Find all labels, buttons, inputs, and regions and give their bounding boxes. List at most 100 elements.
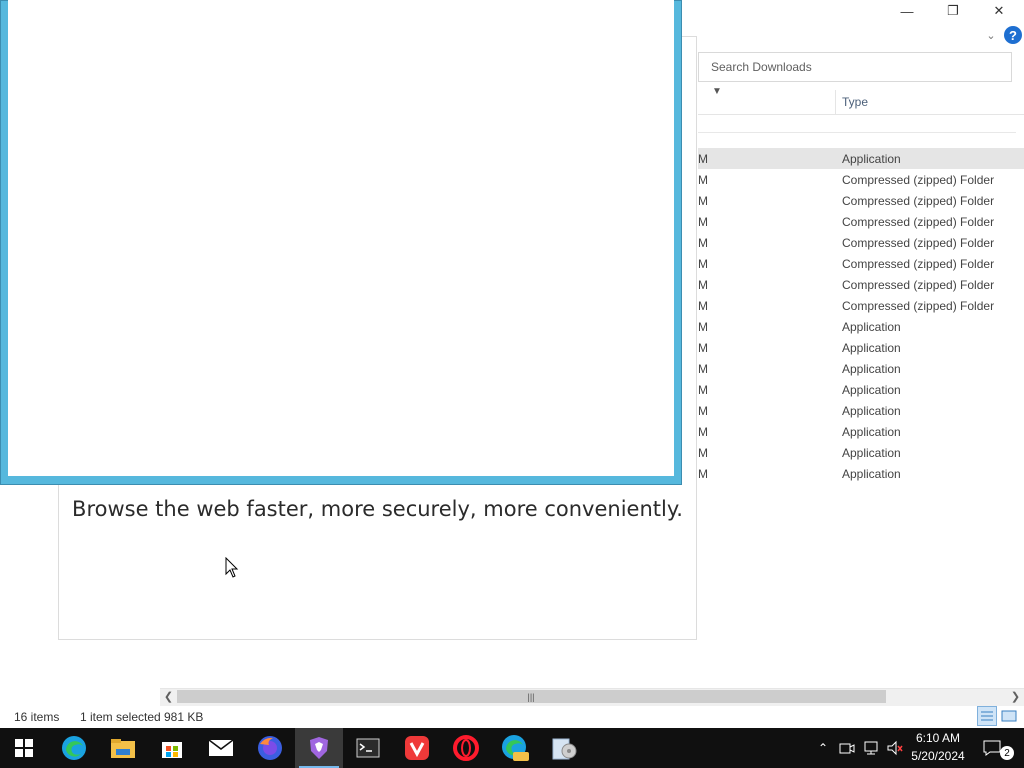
file-date-cut: M <box>698 445 708 460</box>
file-date-cut: M <box>698 361 708 376</box>
file-type: Application <box>842 424 901 439</box>
mouse-cursor-icon <box>225 557 239 578</box>
file-date-cut: M <box>698 319 708 334</box>
sort-down-icon: ▼ <box>712 86 722 97</box>
file-row[interactable]: M Compressed (zipped) Folder <box>698 253 1024 274</box>
file-type: Compressed (zipped) Folder <box>842 235 995 250</box>
clock-date[interactable]: 5/20/2024 <box>906 749 970 763</box>
taskbar-store[interactable] <box>148 728 196 768</box>
status-selection: 1 item selected <box>80 710 161 724</box>
installer-icon <box>552 738 577 760</box>
notification-center-icon[interactable] <box>982 738 1002 758</box>
file-type: Application <box>842 151 901 166</box>
volume-muted-icon[interactable] <box>885 738 905 758</box>
details-view-icon <box>981 711 993 721</box>
taskbar-opera[interactable] <box>442 728 490 768</box>
scroll-right-icon[interactable]: ❯ <box>1007 688 1024 705</box>
file-row[interactable]: M Compressed (zipped) Folder <box>698 169 1024 190</box>
minimize-button[interactable]: — <box>884 0 930 22</box>
file-row[interactable]: M Application <box>698 463 1024 484</box>
file-date-cut: M <box>698 277 708 292</box>
file-row[interactable]: M Application <box>698 442 1024 463</box>
file-date-cut: M <box>698 235 708 250</box>
file-date-cut: M <box>698 151 708 166</box>
mail-icon <box>208 739 234 756</box>
file-row[interactable]: M Application <box>698 421 1024 442</box>
taskbar-vivaldi[interactable] <box>393 728 441 768</box>
windows-logo-icon <box>15 739 33 757</box>
edge-canary-icon <box>502 735 529 761</box>
taskbar-terminal[interactable] <box>344 728 392 768</box>
file-date-cut: M <box>698 382 708 397</box>
file-type: Application <box>842 403 901 418</box>
large-icons-view-button[interactable] <box>1000 708 1018 724</box>
file-type: Application <box>842 319 901 334</box>
file-date-cut: M <box>698 424 708 439</box>
show-hidden-icons-icon[interactable]: ⌃ <box>813 738 833 758</box>
store-icon <box>162 742 182 758</box>
minimize-icon: — <box>900 3 914 19</box>
network-icon[interactable] <box>861 738 881 758</box>
column-header-type[interactable]: Type <box>842 95 868 109</box>
taskbar-edge-canary[interactable] <box>491 728 539 768</box>
details-view-button[interactable] <box>977 706 997 726</box>
terminal-icon <box>356 738 380 758</box>
start-button[interactable] <box>0 728 48 768</box>
vivaldi-icon <box>405 736 429 760</box>
file-type: Compressed (zipped) Folder <box>842 193 995 208</box>
file-date-cut: M <box>698 298 708 313</box>
taskbar-brave[interactable] <box>295 728 343 768</box>
file-row[interactable]: M Compressed (zipped) Folder <box>698 211 1024 232</box>
file-row[interactable]: M Application <box>698 316 1024 337</box>
file-date-cut: M <box>698 193 708 208</box>
file-date-cut: M <box>698 256 708 271</box>
edge-icon <box>62 736 86 760</box>
help-icon[interactable]: ? <box>1004 26 1022 44</box>
taskbar-firefox[interactable] <box>246 728 294 768</box>
file-date-cut: M <box>698 214 708 229</box>
file-row[interactable]: M Application <box>698 358 1024 379</box>
file-type: Application <box>842 361 901 376</box>
file-date-cut: M <box>698 466 708 481</box>
restore-button[interactable]: ❐ <box>930 0 976 22</box>
file-type: Application <box>842 340 901 355</box>
status-item-count: 16 items <box>14 710 60 724</box>
search-input[interactable]: Search Downloads <box>698 52 1012 82</box>
taskbar-mail[interactable] <box>197 728 245 768</box>
scrollbar-grip-icon: ||| <box>527 691 535 702</box>
file-date-cut: M <box>698 172 708 187</box>
file-row[interactable]: M Compressed (zipped) Folder <box>698 190 1024 211</box>
meet-now-icon[interactable] <box>837 738 857 758</box>
ribbon-expand-chevron-icon[interactable]: ⌄ <box>984 26 998 44</box>
clock-time[interactable]: 6:10 AM <box>910 731 966 745</box>
taskbar-edge[interactable] <box>50 728 98 768</box>
file-date-cut: M <box>698 403 708 418</box>
firefox-icon <box>258 736 282 760</box>
file-type: Application <box>842 445 901 460</box>
installer-tagline: Browse the web faster, more securely, mo… <box>72 497 683 521</box>
file-type: Application <box>842 466 901 481</box>
column-divider[interactable] <box>835 90 836 114</box>
opera-icon <box>453 735 479 761</box>
taskbar-file-explorer[interactable] <box>99 728 147 768</box>
restore-icon: ❐ <box>947 3 959 18</box>
file-row[interactable]: M Compressed (zipped) Folder <box>698 232 1024 253</box>
file-type: Application <box>842 382 901 397</box>
blank-window-content <box>8 0 674 476</box>
file-row[interactable]: M Application <box>698 148 1024 169</box>
scroll-left-icon[interactable]: ❮ <box>160 688 177 705</box>
file-row[interactable]: M Application <box>698 337 1024 358</box>
file-row[interactable]: M Compressed (zipped) Folder <box>698 274 1024 295</box>
brave-icon <box>310 737 328 759</box>
taskbar-installer[interactable] <box>540 728 588 768</box>
file-type: Compressed (zipped) Folder <box>842 298 995 313</box>
file-row[interactable]: M Application <box>698 400 1024 421</box>
file-row[interactable]: M Application <box>698 379 1024 400</box>
notification-count-badge: 2 <box>1000 746 1014 760</box>
file-type: Compressed (zipped) Folder <box>842 256 995 271</box>
file-type: Compressed (zipped) Folder <box>842 277 995 292</box>
file-row[interactable]: M Compressed (zipped) Folder <box>698 295 1024 316</box>
close-button[interactable]: ✕ <box>976 0 1022 22</box>
folder-icon <box>111 739 135 758</box>
file-date-cut: M <box>698 340 708 355</box>
